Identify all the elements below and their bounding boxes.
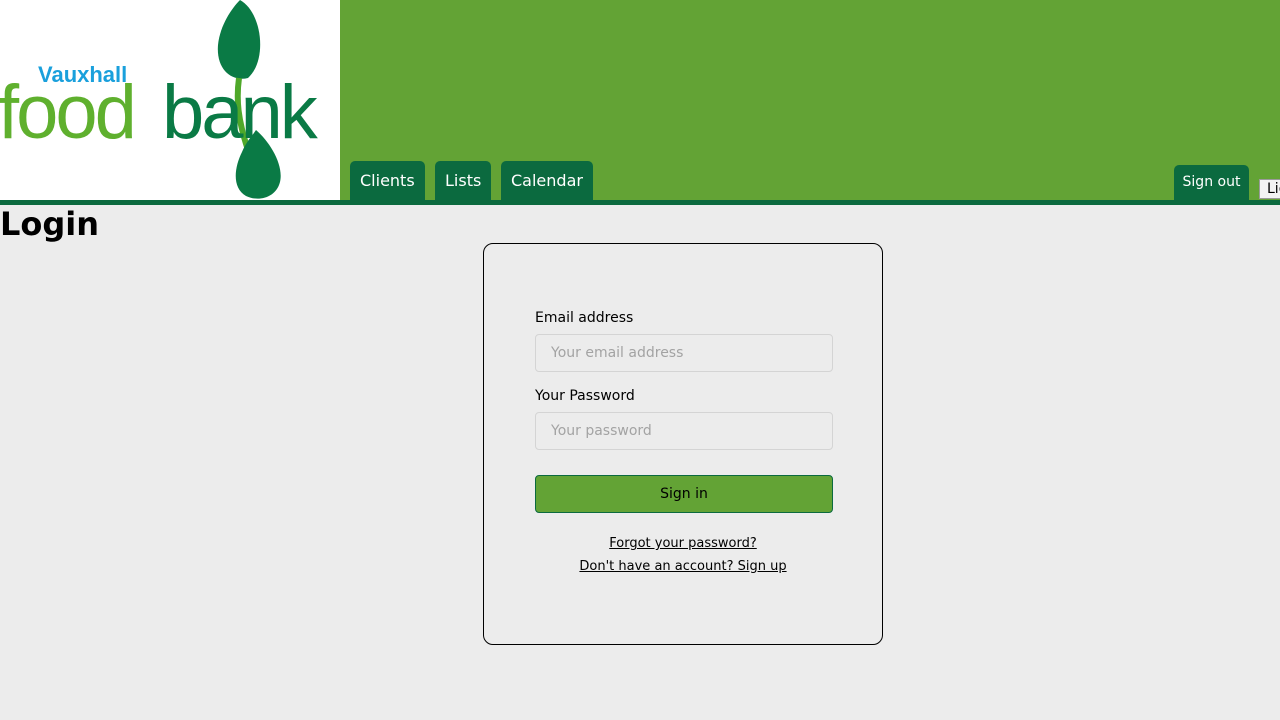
logo-bank-text: bank bbox=[162, 70, 319, 155]
nav-calendar[interactable]: Calendar bbox=[501, 161, 593, 200]
password-input[interactable] bbox=[535, 412, 833, 450]
sign-out-button[interactable]: Sign out bbox=[1174, 165, 1249, 200]
sign-in-button[interactable]: Sign in bbox=[535, 475, 833, 513]
password-label: Your Password bbox=[535, 388, 635, 404]
forgot-password-link[interactable]: Forgot your password? bbox=[484, 536, 882, 551]
header-divider bbox=[0, 200, 1280, 205]
light-mode-button[interactable]: Light bbox=[1259, 179, 1280, 199]
foodbank-logo[interactable]: Vauxhall food bank bbox=[0, 0, 340, 200]
logo-graphic: Vauxhall food bank bbox=[0, 0, 322, 199]
logo-food-text: food bbox=[0, 70, 134, 155]
email-label: Email address bbox=[535, 310, 634, 326]
sign-up-link[interactable]: Don't have an account? Sign up bbox=[484, 559, 882, 574]
page-title: Login bbox=[0, 205, 100, 243]
nav-lists[interactable]: Lists bbox=[435, 161, 492, 200]
email-input[interactable] bbox=[535, 334, 833, 372]
login-card: Email address Your Password Sign in Forg… bbox=[483, 243, 883, 645]
nav-clients[interactable]: Clients bbox=[350, 161, 425, 200]
